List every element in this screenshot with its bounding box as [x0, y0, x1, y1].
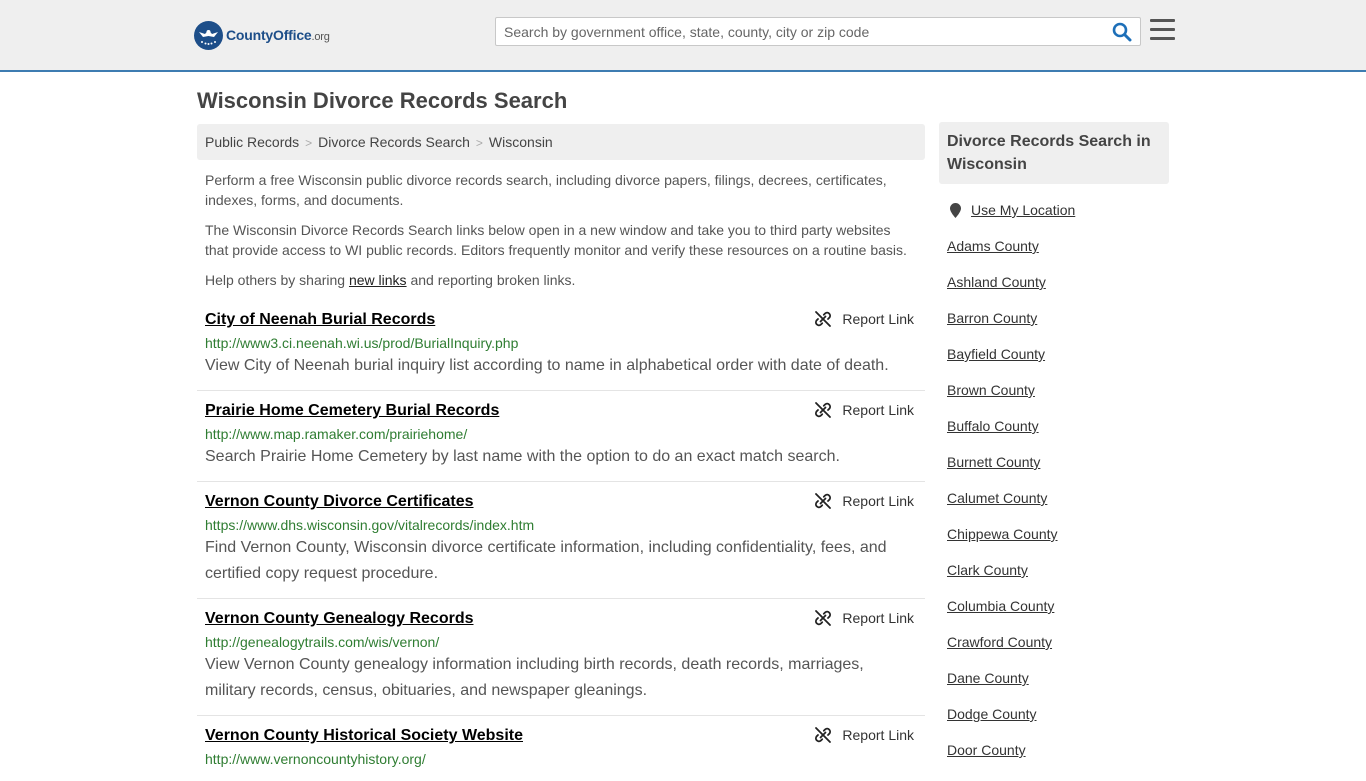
county-link[interactable]: Dodge County	[947, 704, 1169, 740]
county-link[interactable]: Brown County	[947, 380, 1169, 416]
report-link-label: Report Link	[842, 402, 914, 418]
map-pin-icon	[950, 202, 961, 218]
broken-link-icon	[815, 610, 832, 626]
county-link[interactable]: Bayfield County	[947, 344, 1169, 380]
report-link-label: Report Link	[842, 311, 914, 327]
report-link-label: Report Link	[842, 727, 914, 743]
result-description: View Vernon County genealogy information…	[205, 656, 864, 699]
breadcrumb-public-records[interactable]: Public Records	[205, 134, 299, 150]
broken-link-icon	[815, 727, 832, 743]
search-bar	[495, 17, 1141, 46]
eagle-logo-icon	[194, 20, 223, 50]
county-link[interactable]: Crawford County	[947, 632, 1169, 668]
use-my-location-link[interactable]: Use My Location	[971, 202, 1075, 218]
county-link[interactable]: Chippewa County	[947, 524, 1169, 560]
result-url-link[interactable]: http://www.vernoncountyhistory.org/	[205, 749, 917, 769]
sidebar-county-list: Use My Location Adams County Ashland Cou…	[947, 200, 1169, 776]
county-link[interactable]: Clark County	[947, 560, 1169, 596]
report-link-label: Report Link	[842, 493, 914, 509]
result-item: Vernon County Historical Society Website…	[197, 716, 925, 781]
result-description: View City of Neenah burial inquiry list …	[205, 357, 889, 374]
result-item: Prairie Home Cemetery Burial Records htt…	[197, 391, 925, 482]
breadcrumb: Public Records > Divorce Records Search > Wi…	[197, 124, 925, 160]
sidebar-heading: Divorce Records Search in Wisconsin	[939, 122, 1169, 184]
page-title: Wisconsin Divorce Records Search	[197, 88, 568, 113]
result-url-link[interactable]: https://www.dhs.wisconsin.gov/vitalrecor…	[205, 515, 917, 535]
intro-paragraph-3: Help others by sharing new links and rep…	[205, 272, 576, 288]
result-item: Vernon County Divorce Certificates https…	[197, 482, 925, 599]
search-input[interactable]	[496, 18, 1106, 45]
breadcrumb-divorce-records-search[interactable]: Divorce Records Search	[318, 134, 470, 150]
broken-link-icon	[815, 402, 832, 418]
county-link[interactable]: Dane County	[947, 668, 1169, 704]
report-link-button[interactable]: Report Link	[814, 492, 914, 510]
broken-link-icon	[815, 311, 832, 327]
county-link[interactable]: Adams County	[947, 236, 1169, 272]
county-link[interactable]: Barron County	[947, 308, 1169, 344]
result-item: City of Neenah Burial Records http://www…	[197, 300, 925, 391]
report-link-button[interactable]: Report Link	[814, 401, 914, 419]
result-url-link[interactable]: http://www.map.ramaker.com/prairiehome/	[205, 424, 917, 444]
result-description: Find Vernon County, Wisconsin divorce ce…	[205, 539, 887, 582]
search-icon[interactable]	[1112, 22, 1134, 42]
result-description: Search Prairie Home Cemetery by last nam…	[205, 448, 840, 465]
use-location-row: Use My Location	[947, 200, 1169, 220]
logo-text: CountyOffice.org	[226, 27, 330, 43]
site-logo[interactable]: CountyOffice.org	[194, 20, 330, 50]
county-link[interactable]: Door County	[947, 740, 1169, 776]
report-link-button[interactable]: Report Link	[814, 310, 914, 328]
county-link[interactable]: Calumet County	[947, 488, 1169, 524]
new-links-link[interactable]: new links	[349, 272, 407, 288]
results-list: City of Neenah Burial Records http://www…	[197, 300, 925, 781]
result-title-link[interactable]: Vernon County Historical Society Website	[205, 724, 523, 748]
result-title-link[interactable]: Vernon County Divorce Certificates	[205, 490, 474, 514]
result-title-link[interactable]: City of Neenah Burial Records	[205, 308, 435, 332]
breadcrumb-current: Wisconsin	[488, 134, 553, 150]
county-link[interactable]: Ashland County	[947, 272, 1169, 308]
intro-paragraph-2: The Wisconsin Divorce Records Search lin…	[205, 222, 907, 258]
broken-link-icon	[815, 493, 832, 509]
result-title-link[interactable]: Vernon County Genealogy Records	[205, 607, 474, 631]
breadcrumb-separator: >	[475, 136, 483, 150]
report-link-button[interactable]: Report Link	[814, 726, 914, 744]
report-link-label: Report Link	[842, 610, 914, 626]
site-header: CountyOffice.org	[0, 0, 1366, 72]
result-url-link[interactable]: http://genealogytrails.com/wis/vernon/	[205, 632, 917, 652]
result-url-link[interactable]: http://www3.ci.neenah.wi.us/prod/BurialI…	[205, 333, 917, 353]
county-link[interactable]: Columbia County	[947, 596, 1169, 632]
intro-text: Perform a free Wisconsin public divorce …	[205, 170, 917, 300]
hamburger-menu-icon[interactable]	[1150, 19, 1175, 41]
report-link-button[interactable]: Report Link	[814, 609, 914, 627]
intro-paragraph-1: Perform a free Wisconsin public divorce …	[205, 172, 887, 208]
county-link[interactable]: Burnett County	[947, 452, 1169, 488]
breadcrumb-separator: >	[305, 136, 313, 150]
result-item: Vernon County Genealogy Records http://g…	[197, 599, 925, 716]
county-link[interactable]: Buffalo County	[947, 416, 1169, 452]
result-title-link[interactable]: Prairie Home Cemetery Burial Records	[205, 399, 499, 423]
